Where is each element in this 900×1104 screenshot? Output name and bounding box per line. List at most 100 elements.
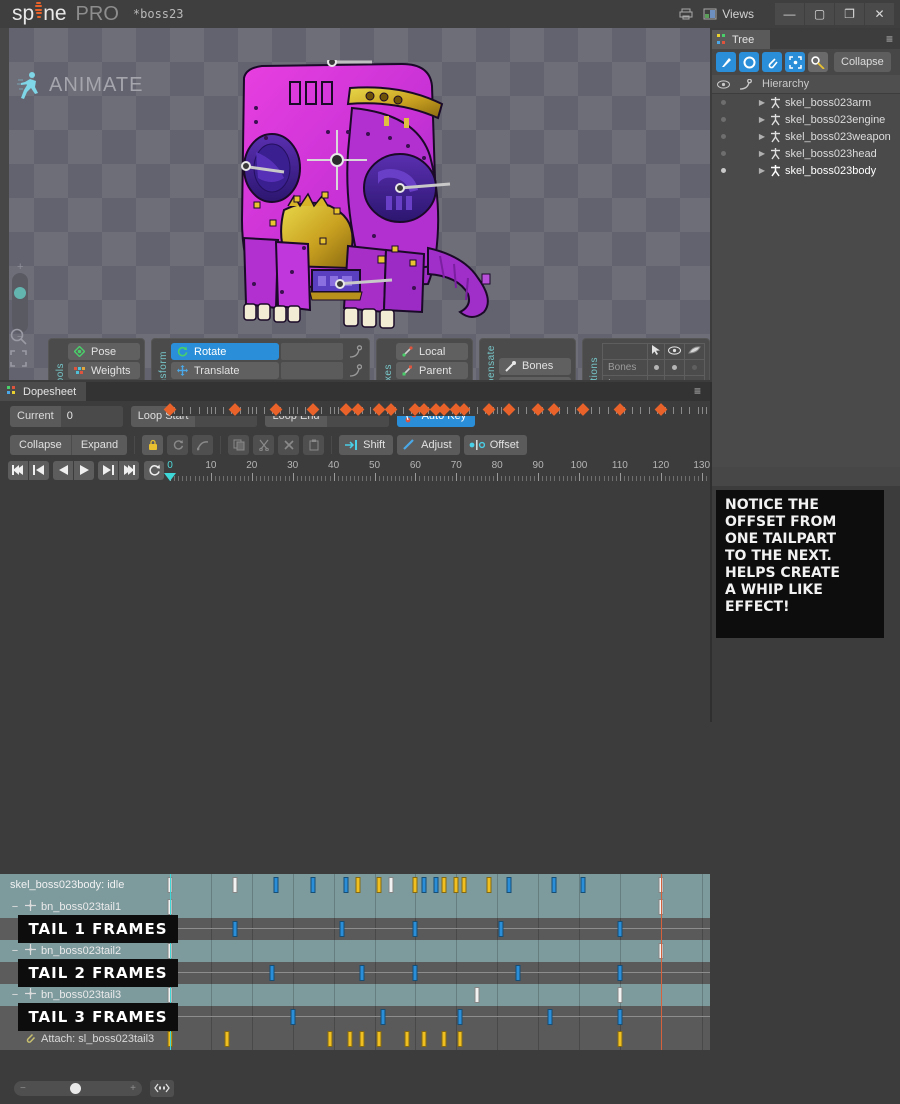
keyframe[interactable] (380, 1009, 386, 1025)
keyframe[interactable] (355, 877, 361, 893)
tab-dopesheet[interactable]: Dopesheet (0, 382, 87, 401)
track-lane[interactable] (167, 874, 710, 896)
paperclip-icon[interactable] (762, 52, 782, 72)
magnifier-icon[interactable] (10, 328, 28, 349)
bezier-icon[interactable] (192, 435, 214, 455)
keyframe[interactable] (343, 877, 349, 893)
minimize-button[interactable]: — (775, 3, 804, 25)
viewport-zoom-slider[interactable]: + − (12, 261, 28, 343)
keyframe[interactable] (412, 921, 418, 937)
options-images-ghost[interactable] (684, 375, 705, 380)
options-bones-visible[interactable] (664, 359, 686, 377)
keyframe[interactable] (269, 965, 275, 981)
loop-icon[interactable] (167, 435, 189, 455)
keyframe[interactable] (617, 1031, 623, 1047)
eye-icon[interactable] (712, 79, 734, 89)
timeline-zoom-knob[interactable] (70, 1082, 81, 1094)
track-label-cell[interactable]: Attach: sl_boss023tail3 (0, 1028, 170, 1050)
viewport-zoom-knob[interactable] (14, 287, 26, 299)
rotate-value-field[interactable] (281, 343, 343, 360)
visibility-dot[interactable] (712, 134, 734, 139)
track-lane[interactable] (167, 1006, 710, 1028)
options-images-visible[interactable] (664, 375, 686, 380)
keyframe[interactable] (617, 965, 623, 981)
tree-item-skel-boss023head[interactable]: ▶ skel_boss023head (712, 145, 900, 162)
chevron-right-icon[interactable]: ▶ (756, 149, 768, 158)
print-icon[interactable] (673, 4, 699, 24)
transform-rotate-button[interactable]: Rotate (171, 343, 279, 360)
track-row[interactable]: skel_boss023body: idle (0, 874, 710, 896)
timeline-zoom-slider[interactable]: − + (14, 1080, 142, 1096)
tree-item-skel-boss023engine[interactable]: ▶ skel_boss023engine (712, 111, 900, 128)
keyframe[interactable] (457, 1031, 463, 1047)
summary-keyframe-diamond[interactable] (306, 403, 320, 416)
track-lane[interactable] (167, 984, 710, 1006)
close-button[interactable]: ✕ (865, 3, 894, 25)
tree-collapse-button[interactable]: Collapse (834, 52, 891, 72)
keyframe[interactable] (232, 921, 238, 937)
visibility-dot[interactable] (712, 100, 734, 105)
paste-icon[interactable] (303, 435, 325, 455)
keyframe[interactable] (412, 877, 418, 893)
keyframe[interactable] (224, 1031, 230, 1047)
track-lane[interactable] (167, 1028, 710, 1050)
compensate-bones-button[interactable]: Bones (499, 357, 571, 375)
keyframe[interactable] (617, 987, 623, 1003)
keyframe[interactable] (404, 1031, 410, 1047)
link-icon[interactable] (734, 78, 756, 90)
keyframe[interactable] (547, 1009, 553, 1025)
keyframe[interactable] (441, 1031, 447, 1047)
track-lane[interactable] (167, 896, 710, 918)
skip-to-start-icon[interactable] (8, 460, 28, 480)
track-label-cell[interactable]: skel_boss023body: idle (0, 874, 170, 896)
translate-x-field[interactable] (281, 362, 343, 379)
current-frame-input[interactable]: 0 (60, 405, 123, 427)
loop-playback-icon[interactable] (144, 460, 164, 480)
compensate-images-button[interactable]: Images (499, 376, 571, 380)
tree-menu-icon[interactable]: ≡ (886, 33, 893, 45)
keyframe[interactable] (359, 1031, 365, 1047)
options-bones-ghost[interactable] (684, 359, 705, 377)
keyframe[interactable] (327, 1031, 332, 1047)
timeline-ruler[interactable]: 0 10 20 30 40 50 60 70 80 90 100 110 120 130 (164, 459, 711, 481)
track-lane[interactable] (167, 918, 710, 940)
fit-frames-icon[interactable] (150, 1079, 174, 1097)
hierarchy-list[interactable]: ▶ skel_boss023arm ▶ skel_boss023engine ▶… (712, 94, 900, 467)
keyframe[interactable] (580, 877, 586, 893)
keyframe[interactable] (515, 965, 521, 981)
character-artwork[interactable] (232, 60, 522, 332)
maximize-button[interactable]: ▢ (805, 3, 834, 25)
tree-item-skel-boss023weapon[interactable]: ▶ skel_boss023weapon (712, 128, 900, 145)
chevron-right-icon[interactable]: ▶ (756, 132, 768, 141)
keyframe[interactable] (388, 877, 394, 893)
play-reverse-icon[interactable] (53, 460, 73, 480)
chevron-right-icon[interactable]: ▶ (756, 115, 768, 124)
skip-to-end-icon[interactable] (119, 460, 139, 480)
keyframe[interactable] (498, 921, 504, 937)
tool-weights-button[interactable]: Weights (68, 362, 140, 379)
track-row[interactable]: Attach: sl_boss023tail3 (0, 1028, 710, 1050)
track-lane[interactable] (167, 940, 710, 962)
eye-icon[interactable] (664, 342, 686, 361)
prev-key-icon[interactable] (29, 460, 49, 480)
keyframe[interactable] (433, 877, 439, 893)
expander-toggle[interactable]: − (10, 989, 20, 1001)
next-key-icon[interactable] (98, 460, 118, 480)
keyframe[interactable] (441, 877, 447, 893)
keyframe[interactable] (310, 877, 316, 893)
keyframe[interactable] (376, 877, 382, 893)
keyframe[interactable] (486, 877, 492, 893)
brush-icon[interactable] (716, 52, 736, 72)
canvas-viewport[interactable]: ANIMATE + − Tools Pose Weights Transform… (0, 28, 710, 380)
keyframe[interactable] (617, 921, 623, 937)
keyframe[interactable] (506, 877, 512, 893)
chevron-right-icon[interactable]: ▶ (756, 166, 768, 175)
rotate-link-icon[interactable] (345, 343, 365, 360)
keyframe[interactable] (359, 965, 365, 981)
tree-item-skel-boss023body[interactable]: ▶ skel_boss023body (712, 162, 900, 179)
track-lane[interactable] (167, 962, 710, 984)
chevron-right-icon[interactable]: ▶ (756, 98, 768, 107)
keyframe[interactable] (421, 877, 427, 893)
fit-to-view-icon[interactable] (10, 350, 27, 370)
lock-icon[interactable] (142, 435, 164, 455)
